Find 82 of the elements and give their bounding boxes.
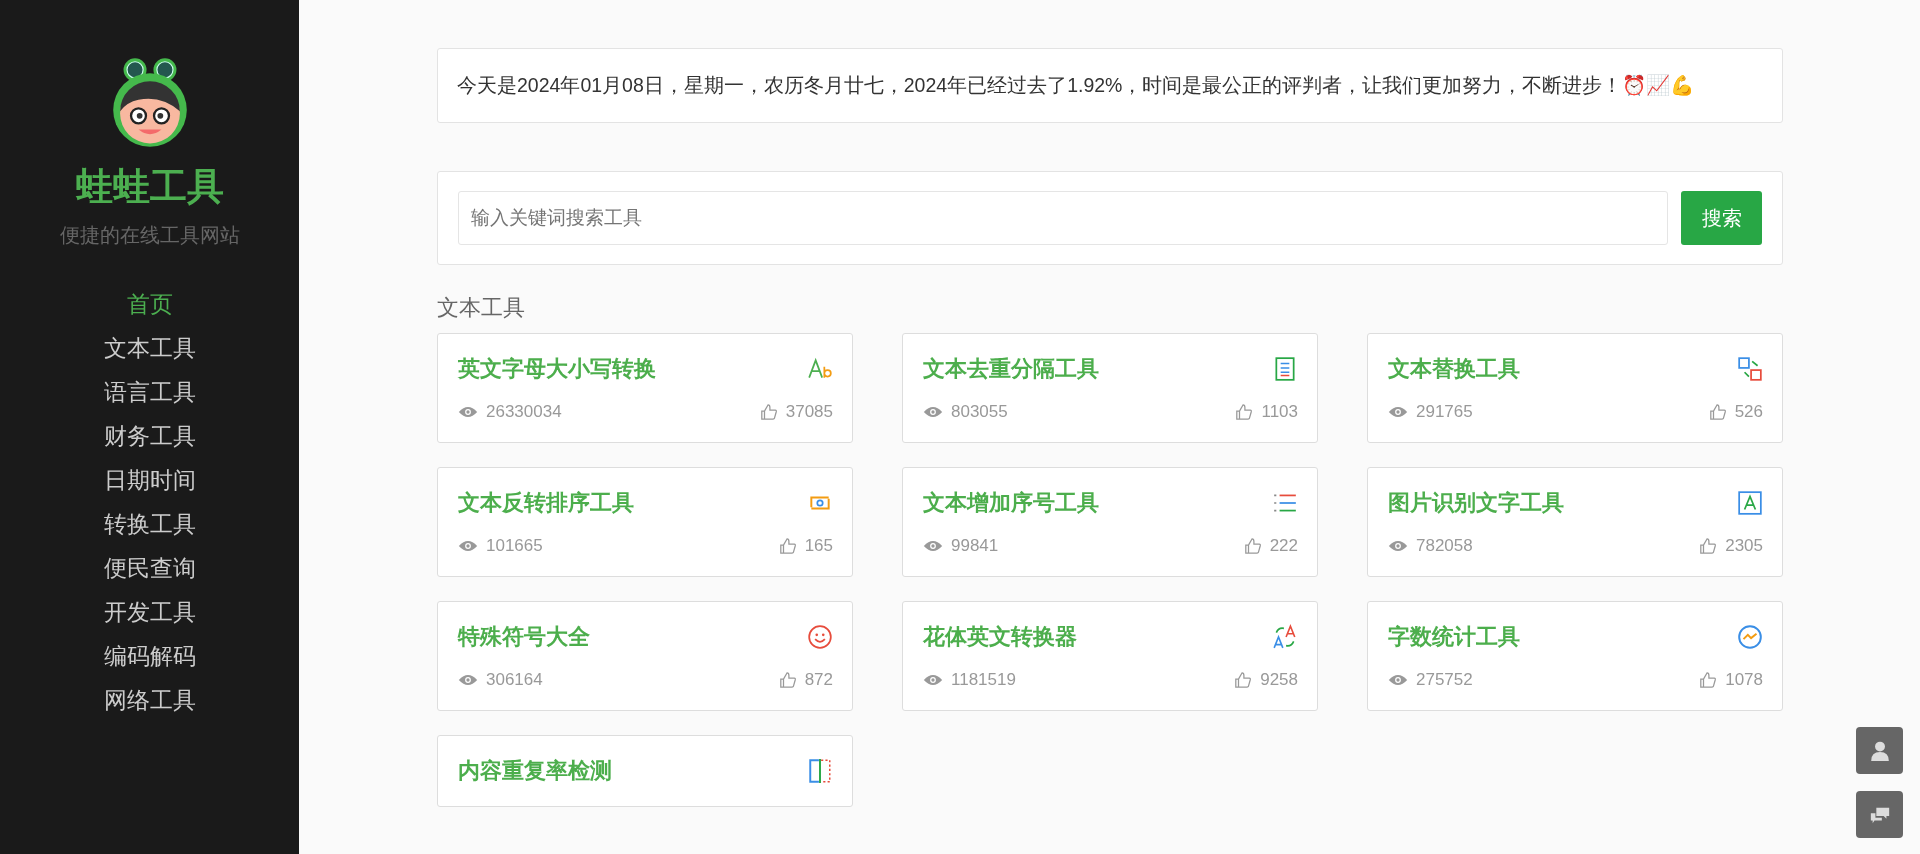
thumbs-up-icon <box>1699 537 1718 555</box>
letter-convert-icon <box>1272 624 1298 650</box>
nav-link[interactable]: 语言工具 <box>103 377 196 408</box>
tool-title: 特殊符号大全 <box>458 623 590 651</box>
document-icon <box>1272 356 1298 382</box>
nav-link[interactable]: 财务工具 <box>103 421 196 452</box>
smiley-icon <box>807 624 833 650</box>
tool-title: 内容重复率检测 <box>458 757 612 785</box>
tool-card[interactable]: 特殊符号大全 306164 872 <box>437 601 853 711</box>
thumbs-up-icon <box>778 537 797 555</box>
eye-icon <box>923 405 943 419</box>
eye-icon <box>458 405 478 419</box>
tool-title: 文本替换工具 <box>1388 355 1520 383</box>
thumbs-up-icon <box>1708 403 1727 421</box>
chat-button[interactable] <box>1856 791 1903 838</box>
nav-link[interactable]: 开发工具 <box>103 597 196 628</box>
thumbs-up-icon <box>1243 537 1262 555</box>
like-count: 37085 <box>785 402 833 422</box>
tool-title: 字数统计工具 <box>1388 623 1520 651</box>
like-count: 222 <box>1269 536 1298 556</box>
date-notice: 今天是2024年01月08日，星期一，农历冬月廿七，2024年已经过去了1.92%，时间是最公正的评判者，让我们更加努力，不断进步！⏰📈💪 <box>437 48 1783 123</box>
like-count: 1078 <box>1725 670 1763 690</box>
tool-card[interactable]: 花体英文转换器 1181519 9258 <box>902 601 1318 711</box>
thumbs-up-icon <box>1235 403 1254 421</box>
like-count: 526 <box>1734 402 1763 422</box>
thumbs-up-icon <box>778 671 797 689</box>
eye-icon <box>1388 539 1408 553</box>
view-count: 101665 <box>486 536 543 556</box>
framed-letter-icon <box>1737 490 1763 516</box>
view-count: 26330034 <box>486 402 562 422</box>
view-count: 291765 <box>1416 402 1473 422</box>
tool-card[interactable]: 图片识别文字工具 782058 2305 <box>1367 467 1783 577</box>
nav-link[interactable]: 文本工具 <box>103 333 196 364</box>
tool-card[interactable]: 英文字母大小写转换 26330034 37085 <box>437 333 853 443</box>
tool-title: 图片识别文字工具 <box>1388 489 1564 517</box>
trend-circle-icon <box>1737 624 1763 650</box>
like-count: 1103 <box>1261 402 1298 422</box>
nav-link[interactable]: 转换工具 <box>103 509 196 540</box>
site-name: 蛙蛙工具 <box>75 165 224 209</box>
tool-card[interactable]: 文本替换工具 291765 526 <box>1367 333 1783 443</box>
tool-card[interactable]: 文本去重分隔工具 803055 1103 <box>902 333 1318 443</box>
site-tagline: 便捷的在线工具网站 <box>59 223 240 248</box>
tool-card[interactable]: 字数统计工具 275752 1078 <box>1367 601 1783 711</box>
tool-card[interactable]: 文本反转排序工具 101665 165 <box>437 467 853 577</box>
compare-columns-icon <box>807 758 833 784</box>
eye-icon <box>923 539 943 553</box>
nav-link[interactable]: 日期时间 <box>103 465 196 496</box>
tool-card[interactable]: 内容重复率检测 <box>437 735 853 807</box>
thumbs-up-icon <box>759 403 778 421</box>
like-count: 9258 <box>1260 670 1298 690</box>
like-count: 165 <box>804 536 833 556</box>
like-count: 2305 <box>1725 536 1763 556</box>
eye-icon <box>458 673 478 687</box>
thumbs-up-icon <box>1234 671 1253 689</box>
view-count: 99841 <box>951 536 999 556</box>
nav-link[interactable]: 首页 <box>126 289 173 320</box>
eye-icon <box>458 539 478 553</box>
user-icon <box>1868 739 1891 762</box>
tool-title: 花体英文转换器 <box>923 623 1077 651</box>
eye-icon <box>1388 673 1408 687</box>
view-count: 275752 <box>1416 670 1473 690</box>
nav-link[interactable]: 编码解码 <box>103 641 196 672</box>
thumbs-up-icon <box>1699 671 1718 689</box>
nav-link[interactable]: 便民查询 <box>103 553 196 584</box>
like-count: 872 <box>804 670 833 690</box>
search-field[interactable]: 输入关键词搜索工具 <box>458 191 1668 245</box>
swap-squares-icon <box>1737 356 1763 382</box>
eye-icon <box>1388 405 1408 419</box>
view-count: 1181519 <box>951 670 1016 690</box>
section-title: 文本工具 <box>437 294 526 322</box>
view-count: 306164 <box>486 670 543 690</box>
tool-title: 文本反转排序工具 <box>458 489 634 517</box>
view-count: 782058 <box>1416 536 1473 556</box>
user-button[interactable] <box>1856 727 1903 774</box>
search-button[interactable]: 搜索 <box>1681 191 1762 245</box>
tool-card[interactable]: 文本增加序号工具 99841 222 <box>902 467 1318 577</box>
tool-title: 英文字母大小写转换 <box>458 355 656 383</box>
tool-title: 文本去重分隔工具 <box>923 355 1099 383</box>
view-count: 803055 <box>951 402 1008 422</box>
tool-title: 文本增加序号工具 <box>923 489 1099 517</box>
eye-icon <box>923 673 943 687</box>
nav-link[interactable]: 网络工具 <box>103 685 196 716</box>
